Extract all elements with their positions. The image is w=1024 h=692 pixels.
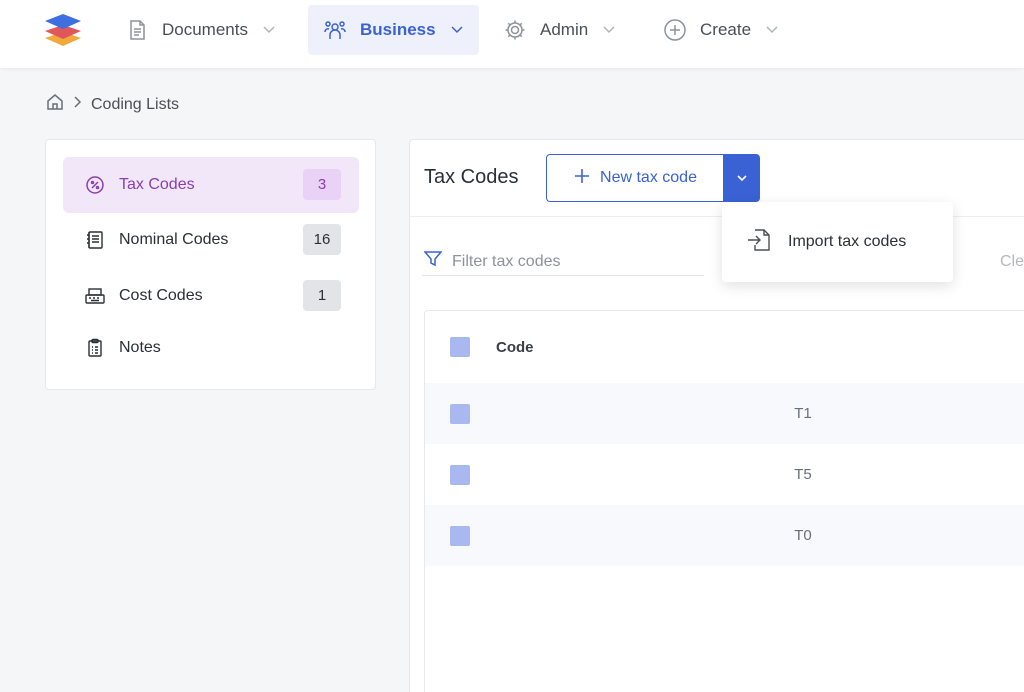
sidebar-item-label: Notes bbox=[119, 339, 161, 356]
chevron-down-icon bbox=[765, 23, 779, 37]
chevron-right-icon bbox=[73, 95, 83, 114]
sidebar-item-label: Nominal Codes bbox=[119, 231, 229, 248]
code-cell: T5 bbox=[794, 466, 812, 483]
table-row[interactable]: T0 bbox=[425, 505, 1024, 566]
menu-item-import-tax-codes[interactable]: Import tax codes bbox=[722, 202, 953, 282]
new-tax-code-label: New tax code bbox=[600, 169, 697, 186]
row-checkbox[interactable] bbox=[450, 403, 470, 424]
chevron-down-icon bbox=[736, 169, 747, 187]
sidebar: Tax Codes 3 Nominal Codes 16 Cost Codes … bbox=[45, 139, 376, 390]
count-badge: 1 bbox=[303, 280, 341, 311]
sidebar-item-nominal-codes[interactable]: Nominal Codes 16 bbox=[63, 212, 359, 268]
nav-create-label: Create bbox=[700, 20, 752, 39]
sidebar-item-label: Cost Codes bbox=[119, 287, 203, 304]
tax-icon bbox=[83, 173, 107, 197]
sidebar-item-label: Tax Codes bbox=[119, 176, 195, 193]
sidebar-item-cost-codes[interactable]: Cost Codes 1 bbox=[63, 268, 359, 324]
import-file-icon bbox=[746, 227, 772, 258]
app-logo[interactable] bbox=[44, 12, 82, 48]
plus-icon bbox=[574, 168, 590, 189]
new-tax-code-button[interactable]: New tax code bbox=[546, 154, 724, 202]
home-icon[interactable] bbox=[45, 92, 65, 117]
nav-documents-label: Documents bbox=[162, 20, 248, 39]
table-header: Code bbox=[425, 311, 1024, 383]
select-all-checkbox[interactable] bbox=[450, 337, 470, 357]
code-cell: T0 bbox=[794, 527, 812, 544]
document-icon bbox=[124, 17, 150, 43]
row-checkbox[interactable] bbox=[450, 525, 470, 546]
filter-field bbox=[422, 248, 704, 276]
nav-admin[interactable]: Admin bbox=[488, 5, 630, 55]
clear-link[interactable]: Cle bbox=[1000, 253, 1024, 271]
column-header-code[interactable]: Code bbox=[496, 339, 534, 356]
team-icon bbox=[322, 17, 348, 43]
new-tax-code-dropdown-button[interactable] bbox=[723, 154, 760, 202]
gear-icon bbox=[502, 17, 528, 43]
code-cell: T1 bbox=[794, 405, 812, 422]
count-badge: 16 bbox=[303, 224, 341, 255]
nav-business[interactable]: Business bbox=[308, 5, 479, 55]
row-checkbox[interactable] bbox=[450, 464, 470, 485]
chevron-down-icon bbox=[262, 23, 276, 37]
ledger-icon bbox=[83, 228, 107, 252]
nav-create[interactable]: Create bbox=[648, 5, 793, 55]
table-row[interactable]: T5 bbox=[425, 444, 1024, 505]
top-navbar: Documents Business Admin Create bbox=[0, 0, 1024, 68]
breadcrumb: Coding Lists bbox=[45, 92, 179, 117]
clipboard-icon bbox=[83, 336, 107, 360]
breadcrumb-current: Coding Lists bbox=[91, 95, 180, 113]
page-title: Tax Codes bbox=[424, 166, 519, 188]
filter-input[interactable] bbox=[452, 252, 692, 271]
chevron-down-icon bbox=[450, 23, 464, 37]
nav-documents[interactable]: Documents bbox=[110, 5, 290, 55]
nav-admin-label: Admin bbox=[540, 20, 589, 39]
sidebar-item-tax-codes[interactable]: Tax Codes 3 bbox=[63, 157, 359, 213]
cash-register-icon bbox=[83, 284, 107, 308]
filter-icon bbox=[423, 251, 443, 272]
sidebar-item-notes[interactable]: Notes bbox=[63, 320, 359, 376]
menu-item-label: Import tax codes bbox=[788, 233, 907, 250]
tax-codes-table: Code T1 T5 T0 bbox=[424, 310, 1024, 692]
nav-business-label: Business bbox=[360, 20, 436, 39]
plus-circle-icon bbox=[662, 17, 688, 43]
chevron-down-icon bbox=[602, 23, 616, 37]
new-tax-code-menu: Import tax codes bbox=[722, 202, 953, 282]
count-badge: 3 bbox=[303, 169, 341, 200]
table-row[interactable]: T1 bbox=[425, 383, 1024, 444]
